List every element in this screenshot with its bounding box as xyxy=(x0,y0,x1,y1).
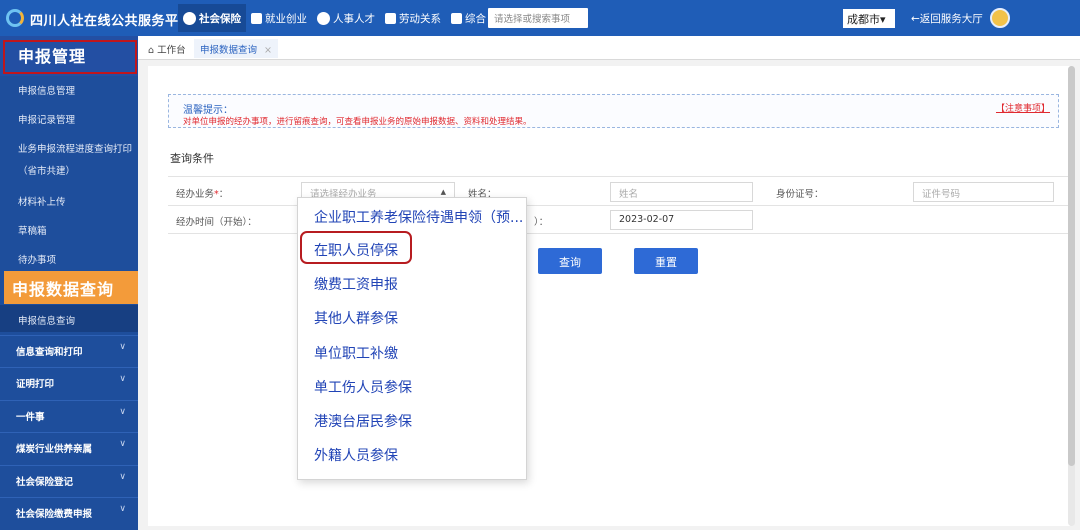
notice-link[interactable]: 【注意事项】 xyxy=(996,101,1050,114)
chevron-down-icon: ∨ xyxy=(119,439,126,449)
sidebar-item-progress-query-sub[interactable]: （省市共建） xyxy=(18,163,75,177)
sidebar-item-progress-query[interactable]: 业务申报流程进度查询打印 xyxy=(18,141,132,155)
dropdown-option[interactable]: 单工伤人员参保 xyxy=(314,377,412,397)
nav-label: 就业创业 xyxy=(265,12,307,25)
hand-shield-icon xyxy=(183,11,196,25)
business-label: 经办业务*： xyxy=(176,186,228,200)
nav-labor[interactable]: 劳动关系 xyxy=(380,4,446,32)
chevron-down-icon: ▾ xyxy=(880,13,886,26)
sidebar: 申报管理 申报信息管理 申报记录管理 业务申报流程进度查询打印 （省市共建） 材… xyxy=(0,36,139,530)
chevron-down-icon: ∨ xyxy=(119,407,126,417)
tip-box: 温馨提示： 对单位申报的经办事项，进行留痕查询，可查看申报业务的原始申报数据、资… xyxy=(168,94,1059,128)
nav-label: 劳动关系 xyxy=(399,12,441,25)
tab-declaration-query[interactable]: 申报数据查询 × xyxy=(194,39,278,58)
content-panel: 温馨提示： 对单位申报的经办事项，进行留痕查询，可查看申报业务的原始申报数据、资… xyxy=(148,66,1070,526)
business-label-colon: ： xyxy=(218,189,229,200)
top-bar: 四川人社在线公共服务平台 社会保险 就业创业 人事人才 劳动关系 综合 请选择或… xyxy=(0,0,1080,36)
top-nav: 社会保险 就业创业 人事人才 劳动关系 综合 xyxy=(178,4,491,32)
time-end-input[interactable]: 2023-02-07 xyxy=(610,210,753,230)
user-avatar[interactable] xyxy=(990,8,1010,28)
chevron-down-icon: ∨ xyxy=(119,504,126,514)
tab-workbench[interactable]: ⌂ 工作台 xyxy=(148,42,186,56)
app-logo-icon xyxy=(6,9,24,27)
sidebar-group-payment[interactable]: 社会保险缴费申报 ∨ xyxy=(0,497,138,525)
tip-title: 温馨提示： xyxy=(183,105,233,116)
sidebar-item-drafts[interactable]: 草稿箱 xyxy=(18,223,47,237)
dropdown-option[interactable]: 单位职工补缴 xyxy=(314,343,398,363)
sidebar-group-one-thing[interactable]: 一件事 ∨ xyxy=(0,400,138,428)
search-button[interactable]: 查询 xyxy=(538,248,602,274)
tab-bar: ⌂ 工作台 申报数据查询 × xyxy=(138,36,1080,60)
sidebar-group-certificate[interactable]: 证明打印 ∨ xyxy=(0,367,138,395)
people-icon xyxy=(317,11,330,25)
id-input[interactable]: 证件号码 xyxy=(913,182,1054,202)
city-select[interactable]: 成都市▾ xyxy=(843,9,895,28)
sidebar-item-declaration-records[interactable]: 申报记录管理 xyxy=(18,112,75,126)
sidebar-group-coal[interactable]: 煤炭行业供养亲属 ∨ xyxy=(0,432,138,460)
layers-icon xyxy=(451,12,462,24)
chevron-down-icon: ∨ xyxy=(119,342,126,352)
dropdown-option[interactable]: 缴费工资申报 xyxy=(314,274,398,294)
id-card-icon xyxy=(251,12,262,24)
nav-employment[interactable]: 就业创业 xyxy=(246,4,312,32)
chevron-down-icon: ∨ xyxy=(119,472,126,482)
business-label-text: 经办业务 xyxy=(176,189,215,200)
city-label: 成都市 xyxy=(847,13,880,26)
home-icon: ⌂ xyxy=(148,45,155,56)
brand-title: 四川人社在线公共服务平台 xyxy=(30,14,193,29)
sidebar-group-label: 社会保险登记 xyxy=(16,477,74,488)
nav-social-insurance[interactable]: 社会保险 xyxy=(178,4,246,32)
sidebar-group-label: 证明打印 xyxy=(16,379,55,390)
main-content: 温馨提示： 对单位申报的经办事项，进行留痕查询，可查看申报业务的原始申报数据、资… xyxy=(138,60,1080,530)
top-search-input[interactable]: 请选择或搜索事项 xyxy=(488,8,588,28)
sidebar-group-info-print[interactable]: 信息查询和打印 ∨ xyxy=(0,335,138,363)
sidebar-group-registration[interactable]: 社会保险登记 ∨ xyxy=(0,465,138,493)
sidebar-item-todo[interactable]: 待办事项 xyxy=(18,252,56,266)
close-icon[interactable]: × xyxy=(264,45,272,56)
nav-general[interactable]: 综合 xyxy=(446,4,491,32)
dropdown-option[interactable]: 企业职工养老保险待遇申领（预... xyxy=(314,207,523,227)
sidebar-group-label: 社会保险缴费申报 xyxy=(16,509,93,520)
dropdown-option[interactable]: 其他人群参保 xyxy=(314,308,398,328)
scrollbar-thumb[interactable] xyxy=(1068,66,1075,466)
sidebar-section-title[interactable]: 申报数据查询 xyxy=(12,276,114,300)
nav-label: 社会保险 xyxy=(199,12,241,25)
tab-label: 工作台 xyxy=(157,45,186,56)
name-input[interactable]: 姓名 xyxy=(610,182,753,202)
time-start-label: 经办时间（开始）： xyxy=(176,217,257,228)
tip-text: 对单位申报的经办事项，进行留痕查询，可查看申报业务的原始申报数据、资料和处理结果… xyxy=(183,117,532,127)
back-to-hall-link[interactable]: ←返回服务大厅 xyxy=(911,11,983,26)
nav-label: 综合 xyxy=(465,12,486,25)
chevron-down-icon: ∨ xyxy=(119,374,126,384)
sidebar-item-material-upload[interactable]: 材料补上传 xyxy=(18,194,66,208)
chevron-up-icon: ▲ xyxy=(440,188,446,196)
reset-button[interactable]: 重置 xyxy=(634,248,698,274)
sidebar-group-label: 信息查询和打印 xyxy=(16,347,83,358)
tab-label: 申报数据查询 xyxy=(200,45,258,56)
nav-label: 人事人才 xyxy=(333,12,375,25)
id-label: 身份证号： xyxy=(776,189,824,200)
option-highlight-box xyxy=(300,231,412,264)
time-end-label: ）： xyxy=(534,217,549,228)
dropdown-option[interactable]: 港澳台居民参保 xyxy=(314,411,412,431)
document-icon xyxy=(385,12,396,24)
sidebar-title: 申报管理 xyxy=(18,47,87,66)
sidebar-item-declaration-query[interactable]: 申报信息查询 xyxy=(18,313,75,327)
query-section-label: 查询条件 xyxy=(170,152,214,165)
sidebar-item-declaration-info[interactable]: 申报信息管理 xyxy=(18,83,75,97)
sidebar-group-label: 一件事 xyxy=(16,412,45,423)
nav-talent[interactable]: 人事人才 xyxy=(312,4,380,32)
sidebar-group-label: 煤炭行业供养亲属 xyxy=(16,444,93,455)
dropdown-option[interactable]: 外籍人员参保 xyxy=(314,445,398,465)
